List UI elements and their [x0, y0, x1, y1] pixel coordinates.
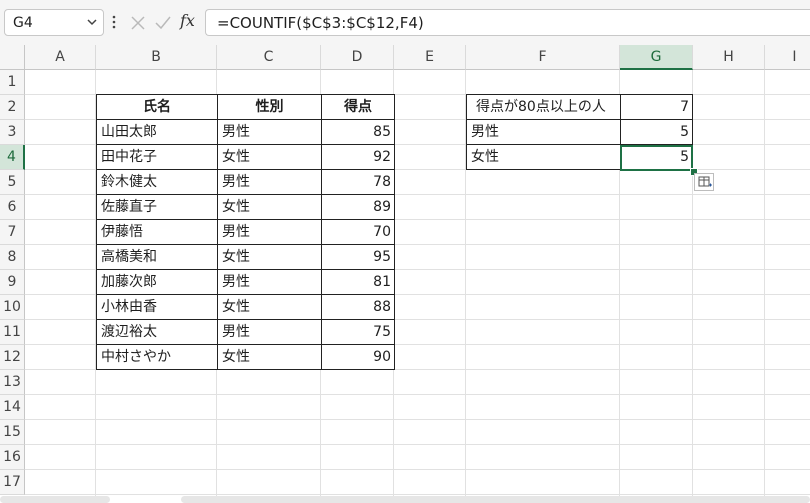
table-header-cell[interactable]: 性別	[217, 94, 322, 120]
table-cell-name[interactable]: 加藤次郎	[96, 269, 218, 295]
name-box[interactable]: G4	[4, 9, 104, 36]
table-cell-gender[interactable]: 女性	[217, 144, 322, 170]
table-cell-score[interactable]: 75	[321, 319, 395, 345]
column-header-h[interactable]: H	[693, 45, 765, 70]
table-cell-gender[interactable]: 男性	[217, 169, 322, 195]
summary-label-cell[interactable]: 男性	[466, 119, 621, 145]
row-header-15[interactable]: 15	[0, 420, 25, 445]
table-cell-gender[interactable]: 男性	[217, 269, 322, 295]
formula-bar-area: G4 fx =COUNTIF($C$3:$C$12,F4)	[0, 0, 810, 45]
column-header-c[interactable]: C	[217, 45, 321, 70]
row-header-16[interactable]: 16	[0, 445, 25, 470]
table-cell-name[interactable]: 佐藤直子	[96, 194, 218, 220]
gridline-h	[25, 394, 810, 395]
column-header-d[interactable]: D	[321, 45, 394, 70]
formula-text: =COUNTIF($C$3:$C$12,F4)	[217, 14, 424, 32]
gridline-h	[25, 419, 810, 420]
row-header-17[interactable]: 17	[0, 470, 25, 495]
table-cell-gender[interactable]: 女性	[217, 294, 322, 320]
table-cell-score[interactable]: 89	[321, 194, 395, 220]
cancel-icon[interactable]	[130, 15, 146, 31]
row-header-7[interactable]: 7	[0, 220, 25, 245]
table-cell-score[interactable]: 81	[321, 269, 395, 295]
table-cell-name[interactable]: 渡辺裕太	[96, 319, 218, 345]
gridline-v	[764, 70, 765, 503]
summary-value-cell[interactable]: 5	[620, 119, 693, 145]
table-cell-name[interactable]: 高橋美和	[96, 244, 218, 270]
row-header-1[interactable]: 1	[0, 70, 25, 95]
select-all-corner[interactable]	[0, 45, 25, 70]
column-header-a[interactable]: A	[25, 45, 96, 70]
table-cell-score[interactable]: 88	[321, 294, 395, 320]
table-cell-score[interactable]: 95	[321, 244, 395, 270]
table-cell-name[interactable]: 山田太郎	[96, 119, 218, 145]
row-header-11[interactable]: 11	[0, 320, 25, 345]
row-header-12[interactable]: 12	[0, 345, 25, 370]
row-header-4[interactable]: 4	[0, 145, 25, 170]
table-cell-name[interactable]: 伊藤悟	[96, 219, 218, 245]
chevron-down-icon[interactable]	[87, 17, 97, 27]
formula-buttons: fx	[124, 9, 200, 36]
table-cell-gender[interactable]: 女性	[217, 344, 322, 370]
summary-label-cell[interactable]: 女性	[466, 144, 621, 170]
table-cell-name[interactable]: 小林由香	[96, 294, 218, 320]
table-header-cell[interactable]: 氏名	[96, 94, 218, 120]
sheet-tab-scroll[interactable]	[0, 496, 110, 503]
column-header-f[interactable]: F	[466, 45, 620, 70]
formula-input[interactable]: =COUNTIF($C$3:$C$12,F4)	[205, 9, 810, 36]
column-header-e[interactable]: E	[394, 45, 466, 70]
column-header-b[interactable]: B	[96, 45, 217, 70]
table-cell-gender[interactable]: 女性	[217, 244, 322, 270]
more-options-icon[interactable]	[111, 13, 117, 31]
horizontal-scrollbar[interactable]	[181, 496, 810, 503]
table-cell-score[interactable]: 92	[321, 144, 395, 170]
table-cell-score[interactable]: 78	[321, 169, 395, 195]
table-cell-name[interactable]: 田中花子	[96, 144, 218, 170]
row-header-14[interactable]: 14	[0, 395, 25, 420]
row-header-10[interactable]: 10	[0, 295, 25, 320]
gridline-h	[25, 444, 810, 445]
table-cell-name[interactable]: 中村さやか	[96, 344, 218, 370]
enter-check-icon[interactable]	[154, 15, 172, 31]
summary-label-cell[interactable]: 得点が80点以上の人	[466, 94, 621, 120]
column-header-i[interactable]: I	[765, 45, 810, 70]
table-cell-score[interactable]: 70	[321, 219, 395, 245]
active-cell-border	[620, 145, 693, 171]
table-cell-gender[interactable]: 男性	[217, 219, 322, 245]
column-header-g[interactable]: G	[620, 45, 693, 70]
row-header-13[interactable]: 13	[0, 370, 25, 395]
gridline-h	[25, 469, 810, 470]
table-cell-gender[interactable]: 男性	[217, 119, 322, 145]
table-cell-name[interactable]: 鈴木健太	[96, 169, 218, 195]
row-header-6[interactable]: 6	[0, 195, 25, 220]
row-header-5[interactable]: 5	[0, 170, 25, 195]
table-header-cell[interactable]: 得点	[321, 94, 395, 120]
quick-analysis-icon[interactable]	[694, 173, 714, 191]
table-cell-gender[interactable]: 女性	[217, 194, 322, 220]
table-cell-score[interactable]: 85	[321, 119, 395, 145]
row-header-2[interactable]: 2	[0, 95, 25, 120]
name-box-value: G4	[13, 15, 33, 31]
row-header-9[interactable]: 9	[0, 270, 25, 295]
row-header-8[interactable]: 8	[0, 245, 25, 270]
gridline-h	[25, 494, 810, 495]
insert-function-icon[interactable]: fx	[180, 11, 195, 30]
row-header-3[interactable]: 3	[0, 120, 25, 145]
summary-value-cell[interactable]: 7	[620, 94, 693, 120]
table-cell-score[interactable]: 90	[321, 344, 395, 370]
table-cell-gender[interactable]: 男性	[217, 319, 322, 345]
